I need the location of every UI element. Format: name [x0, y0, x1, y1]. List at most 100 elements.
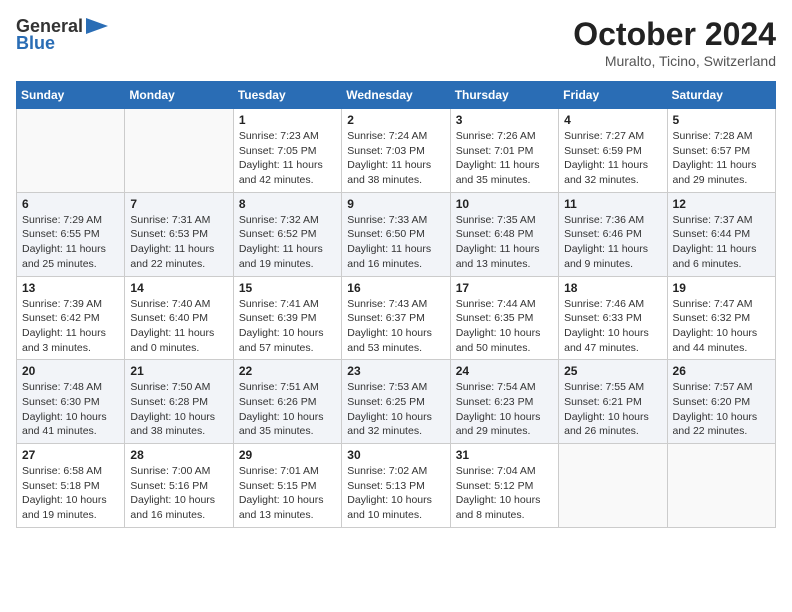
calendar-week-1: 1Sunrise: 7:23 AMSunset: 7:05 PMDaylight…: [17, 109, 776, 193]
day-number: 3: [456, 113, 553, 127]
day-info: Sunrise: 7:55 AMSunset: 6:21 PMDaylight:…: [564, 380, 661, 439]
day-info: Sunrise: 7:47 AMSunset: 6:32 PMDaylight:…: [673, 297, 770, 356]
calendar-week-3: 13 Sunrise: 7:39 AMSunset: 6:42 PMDayligh…: [17, 276, 776, 360]
day-number: 5: [673, 113, 770, 127]
day-number: 2: [347, 113, 444, 127]
day-info: Sunrise: 7:44 AMSunset: 6:35 PMDaylight:…: [456, 297, 553, 356]
calendar-cell: 12 Sunrise: 7:37 AMSunset: 6:44 PMDayligh…: [667, 192, 775, 276]
day-number: 20: [22, 364, 119, 378]
day-info: Sunrise: 7:29 AMSunset: 6:55 PMDaylight:…: [22, 213, 119, 272]
day-number: 24: [456, 364, 553, 378]
day-number: 26: [673, 364, 770, 378]
calendar-week-5: 27Sunrise: 6:58 AMSunset: 5:18 PMDayligh…: [17, 444, 776, 528]
calendar-cell: 21Sunrise: 7:50 AMSunset: 6:28 PMDayligh…: [125, 360, 233, 444]
day-info: Sunrise: 7:00 AMSunset: 5:16 PMDaylight:…: [130, 464, 227, 523]
day-info: Sunrise: 7:53 AMSunset: 6:25 PMDaylight:…: [347, 380, 444, 439]
day-number: 23: [347, 364, 444, 378]
calendar-cell: 19 Sunrise: 7:47 AMSunset: 6:32 PMDayligh…: [667, 276, 775, 360]
header-day-tuesday: Tuesday: [233, 82, 341, 109]
calendar-cell: 23 Sunrise: 7:53 AMSunset: 6:25 PMDayligh…: [342, 360, 450, 444]
day-number: 4: [564, 113, 661, 127]
day-info: Sunrise: 7:33 AMSunset: 6:50 PMDaylight:…: [347, 213, 444, 272]
calendar-cell: [17, 109, 125, 193]
calendar-cell: 27Sunrise: 6:58 AMSunset: 5:18 PMDayligh…: [17, 444, 125, 528]
calendar-cell: 9Sunrise: 7:33 AMSunset: 6:50 PMDaylight…: [342, 192, 450, 276]
day-number: 17: [456, 281, 553, 295]
day-info: Sunrise: 7:51 AMSunset: 6:26 PMDaylight:…: [239, 380, 336, 439]
calendar-cell: 7Sunrise: 7:31 AMSunset: 6:53 PMDaylight…: [125, 192, 233, 276]
calendar-cell: 31 Sunrise: 7:04 AMSunset: 5:12 PMDayligh…: [450, 444, 558, 528]
month-title: October 2024: [573, 16, 776, 53]
header-day-thursday: Thursday: [450, 82, 558, 109]
header-day-monday: Monday: [125, 82, 233, 109]
day-info: Sunrise: 7:04 AMSunset: 5:12 PMDaylight:…: [456, 464, 553, 523]
day-number: 31: [456, 448, 553, 462]
day-info: Sunrise: 7:39 AMSunset: 6:42 PMDaylight:…: [22, 297, 119, 356]
day-number: 22: [239, 364, 336, 378]
calendar-cell: 6 Sunrise: 7:29 AMSunset: 6:55 PMDaylight…: [17, 192, 125, 276]
calendar-cell: 17 Sunrise: 7:44 AMSunset: 6:35 PMDayligh…: [450, 276, 558, 360]
calendar-cell: 28 Sunrise: 7:00 AMSunset: 5:16 PMDayligh…: [125, 444, 233, 528]
day-info: Sunrise: 7:31 AMSunset: 6:53 PMDaylight:…: [130, 213, 227, 272]
day-info: Sunrise: 7:27 AMSunset: 6:59 PMDaylight:…: [564, 129, 661, 188]
header-day-wednesday: Wednesday: [342, 82, 450, 109]
day-info: Sunrise: 7:24 AMSunset: 7:03 PMDaylight:…: [347, 129, 444, 188]
calendar-cell: 14Sunrise: 7:40 AMSunset: 6:40 PMDayligh…: [125, 276, 233, 360]
header-day-friday: Friday: [559, 82, 667, 109]
calendar-cell: 22 Sunrise: 7:51 AMSunset: 6:26 PMDayligh…: [233, 360, 341, 444]
calendar-week-4: 20 Sunrise: 7:48 AMSunset: 6:30 PMDayligh…: [17, 360, 776, 444]
day-number: 25: [564, 364, 661, 378]
day-info: Sunrise: 7:40 AMSunset: 6:40 PMDaylight:…: [130, 297, 227, 356]
title-block: October 2024 Muralto, Ticino, Switzerlan…: [573, 16, 776, 69]
day-number: 12: [673, 197, 770, 211]
day-info: Sunrise: 7:43 AMSunset: 6:37 PMDaylight:…: [347, 297, 444, 356]
day-info: Sunrise: 7:02 AMSunset: 5:13 PMDaylight:…: [347, 464, 444, 523]
day-info: Sunrise: 7:01 AMSunset: 5:15 PMDaylight:…: [239, 464, 336, 523]
calendar-body: 1Sunrise: 7:23 AMSunset: 7:05 PMDaylight…: [17, 109, 776, 528]
day-number: 19: [673, 281, 770, 295]
day-info: Sunrise: 7:35 AMSunset: 6:48 PMDaylight:…: [456, 213, 553, 272]
header-day-saturday: Saturday: [667, 82, 775, 109]
day-number: 8: [239, 197, 336, 211]
day-number: 21: [130, 364, 227, 378]
day-info: Sunrise: 7:23 AMSunset: 7:05 PMDaylight:…: [239, 129, 336, 188]
calendar-cell: 1Sunrise: 7:23 AMSunset: 7:05 PMDaylight…: [233, 109, 341, 193]
day-info: Sunrise: 7:46 AMSunset: 6:33 PMDaylight:…: [564, 297, 661, 356]
day-number: 6: [22, 197, 119, 211]
location-subtitle: Muralto, Ticino, Switzerland: [573, 53, 776, 69]
day-number: 28: [130, 448, 227, 462]
calendar-cell: 26Sunrise: 7:57 AMSunset: 6:20 PMDayligh…: [667, 360, 775, 444]
page-header: General Blue October 2024 Muralto, Ticin…: [16, 16, 776, 69]
header-row: SundayMondayTuesdayWednesdayThursdayFrid…: [17, 82, 776, 109]
calendar-cell: 25 Sunrise: 7:55 AMSunset: 6:21 PMDayligh…: [559, 360, 667, 444]
calendar-cell: 20 Sunrise: 7:48 AMSunset: 6:30 PMDayligh…: [17, 360, 125, 444]
calendar-cell: [125, 109, 233, 193]
day-info: Sunrise: 7:48 AMSunset: 6:30 PMDaylight:…: [22, 380, 119, 439]
day-number: 30: [347, 448, 444, 462]
calendar-cell: 24 Sunrise: 7:54 AMSunset: 6:23 PMDayligh…: [450, 360, 558, 444]
day-info: Sunrise: 7:54 AMSunset: 6:23 PMDaylight:…: [456, 380, 553, 439]
day-info: Sunrise: 7:41 AMSunset: 6:39 PMDaylight:…: [239, 297, 336, 356]
header-day-sunday: Sunday: [17, 82, 125, 109]
day-info: Sunrise: 7:28 AMSunset: 6:57 PMDaylight:…: [673, 129, 770, 188]
day-number: 27: [22, 448, 119, 462]
calendar-cell: 15 Sunrise: 7:41 AMSunset: 6:39 PMDayligh…: [233, 276, 341, 360]
logo: General Blue: [16, 16, 108, 54]
calendar-cell: 18 Sunrise: 7:46 AMSunset: 6:33 PMDayligh…: [559, 276, 667, 360]
calendar-cell: 5 Sunrise: 7:28 AMSunset: 6:57 PMDaylight…: [667, 109, 775, 193]
day-number: 16: [347, 281, 444, 295]
day-number: 18: [564, 281, 661, 295]
calendar-cell: 2 Sunrise: 7:24 AMSunset: 7:03 PMDaylight…: [342, 109, 450, 193]
calendar-cell: 4 Sunrise: 7:27 AMSunset: 6:59 PMDaylight…: [559, 109, 667, 193]
logo-flag-icon: [86, 18, 108, 34]
day-number: 15: [239, 281, 336, 295]
calendar-week-2: 6 Sunrise: 7:29 AMSunset: 6:55 PMDaylight…: [17, 192, 776, 276]
calendar-cell: 3 Sunrise: 7:26 AMSunset: 7:01 PMDaylight…: [450, 109, 558, 193]
day-number: 13: [22, 281, 119, 295]
day-number: 10: [456, 197, 553, 211]
calendar-cell: 8Sunrise: 7:32 AMSunset: 6:52 PMDaylight…: [233, 192, 341, 276]
calendar-cell: [559, 444, 667, 528]
day-info: Sunrise: 7:26 AMSunset: 7:01 PMDaylight:…: [456, 129, 553, 188]
day-info: Sunrise: 7:37 AMSunset: 6:44 PMDaylight:…: [673, 213, 770, 272]
calendar-cell: 10 Sunrise: 7:35 AMSunset: 6:48 PMDayligh…: [450, 192, 558, 276]
